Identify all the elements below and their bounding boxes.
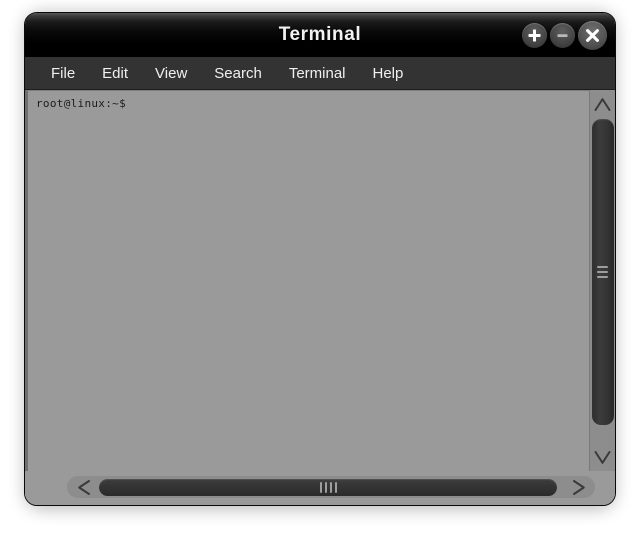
window-body: root@linux:~$ [25,90,615,505]
window-controls [522,13,607,57]
menubar: File Edit View Search Terminal Help [25,57,615,90]
terminal-screen[interactable]: root@linux:~$ [25,90,589,471]
window-titlebar[interactable]: Terminal [25,13,615,57]
scroll-up-button[interactable] [592,92,614,116]
screen: Terminal File Edit View Search Terminal … [0,0,640,533]
chevron-down-icon [594,450,611,464]
terminal-row: root@linux:~$ [25,90,615,471]
maximize-button[interactable] [522,22,547,48]
terminal-window: Terminal File Edit View Search Terminal … [24,12,616,506]
terminal-prompt-line: root@linux:~$ [36,97,126,110]
menu-item-file[interactable]: File [39,62,87,85]
scroll-down-button[interactable] [592,445,614,469]
scroll-right-button[interactable] [565,477,591,497]
plus-icon [528,29,541,41]
menu-item-view[interactable]: View [143,62,199,85]
minus-icon [557,33,568,37]
horizontal-scroll-track[interactable] [97,477,565,497]
close-icon [586,28,599,42]
chevron-right-icon [572,479,585,495]
menu-item-terminal[interactable]: Terminal [277,62,358,85]
grip-horizontal-icon [597,266,608,278]
vertical-scrollbar[interactable] [589,90,615,471]
horizontal-scrollbar[interactable] [67,476,595,498]
horizontal-scrollbar-area [25,471,615,505]
window-title: Terminal [278,24,362,45]
grip-vertical-icon [319,481,337,493]
menu-item-help[interactable]: Help [361,62,416,85]
close-button[interactable] [578,20,607,50]
vertical-scroll-track[interactable] [591,118,614,443]
scroll-left-button[interactable] [71,477,97,497]
menu-item-edit[interactable]: Edit [90,62,140,85]
minimize-button[interactable] [550,22,575,48]
chevron-left-icon [77,479,90,495]
vertical-scroll-thumb[interactable] [591,119,614,425]
chevron-up-icon [594,97,611,111]
menu-item-search[interactable]: Search [202,62,274,85]
horizontal-scroll-thumb[interactable] [99,478,557,496]
